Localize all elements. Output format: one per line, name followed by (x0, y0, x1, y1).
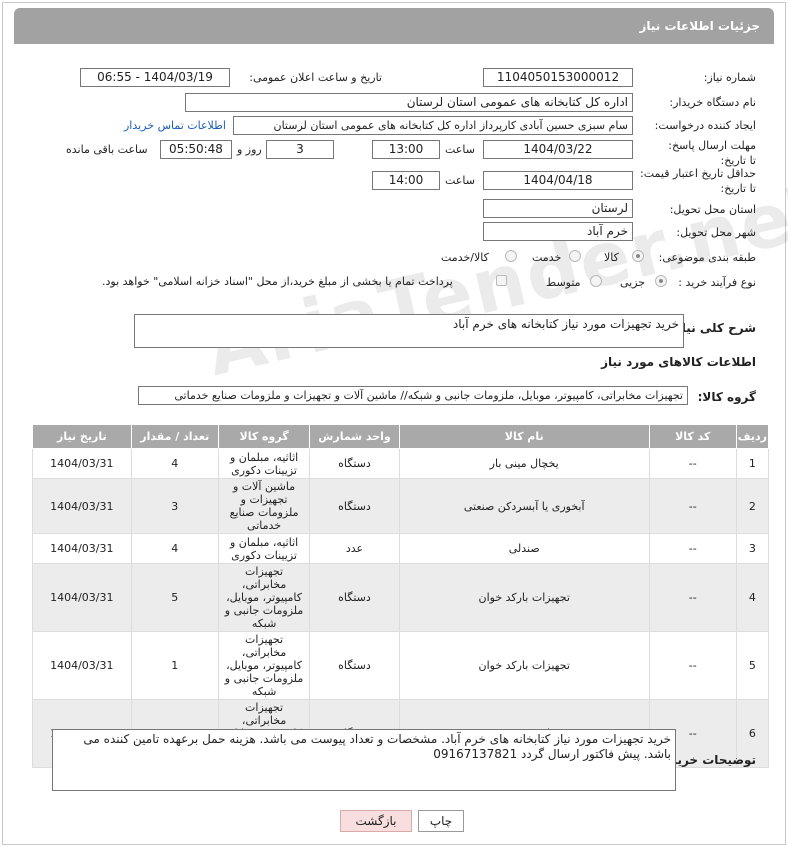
remaining-time-field: 05:50:48 (160, 140, 232, 159)
table-row: 3 -- صندلی عدد اثاثیه، مبلمان و تزیینات … (32, 533, 770, 564)
process-radio-minor[interactable] (655, 275, 667, 287)
table-row: 4 -- تجهیزات بارکد خوان دستگاه تجهیزات م… (32, 563, 770, 632)
cell-group: اثاثیه، مبلمان و تزیینات دکوری (217, 533, 311, 564)
deadline-time-label: ساعت (445, 143, 475, 156)
buyer-org-label: نام دستگاه خریدار: (669, 96, 756, 109)
need-number-label: شماره نیاز: (703, 71, 756, 84)
city-field: خرم آباد (483, 222, 633, 241)
deadline-date-field: 1404/03/22 (483, 140, 633, 159)
buyer-contact-link[interactable]: اطلاعات تماس خریدار (124, 119, 226, 132)
items-table: ردیف کد کالا نام کالا واحد شمارش گروه کا… (32, 424, 770, 768)
col-qty-header: تعداد / مقدار (130, 424, 219, 449)
validity-label: حداقل تاریخ اعتبار قیمت: تا تاریخ: (640, 167, 756, 195)
creator-label: ایجاد کننده درخواست: (654, 119, 756, 132)
process-option-minor: جزیی (620, 276, 646, 289)
category-option-goods: کالا (604, 251, 619, 264)
deadline-label: مهلت ارسال پاسخ: تا تاریخ: (668, 139, 756, 167)
col-group-header: گروه کالا (217, 424, 311, 449)
cell-name: تجهیزات بارکد خوان (398, 631, 650, 700)
process-option-medium: متوسط (546, 276, 581, 289)
cell-unit: دستگاه (309, 478, 400, 534)
col-name-header: نام کالا (398, 424, 650, 449)
need-number-field: 1104050153000012 (483, 68, 633, 87)
validity-date-field: 1404/04/18 (483, 171, 633, 190)
cell-row: 5 (735, 631, 770, 700)
cell-name: یخچال مینی بار (398, 448, 650, 479)
cell-qty: 3 (130, 478, 219, 534)
validity-time-field: 14:00 (372, 171, 440, 190)
buyer-org-field: اداره کل کتابخانه های عمومی استان لرستان (185, 93, 633, 112)
cell-unit: دستگاه (309, 563, 400, 632)
cell-group: اثاثیه، مبلمان و تزیینات دکوری (217, 448, 311, 479)
cell-group: ماشین آلات و تجهیزات و ملزومات صنایع خدم… (217, 478, 311, 534)
province-label: استان محل تحویل: (669, 203, 756, 216)
goods-group-field: تجهیزات مخابراتی، کامپیوتر، موبایل، ملزو… (138, 386, 688, 405)
cell-unit: عدد (309, 533, 400, 564)
category-label: طبقه بندی موضوعی: (658, 251, 756, 264)
category-radio-goods[interactable] (632, 250, 644, 262)
goods-section-title: اطلاعات کالاهای مورد نیاز (601, 355, 756, 369)
cell-code: -- (648, 631, 737, 700)
announce-field: 1404/03/19 - 06:55 (80, 68, 230, 87)
back-button[interactable]: بازگشت (340, 810, 412, 832)
cell-date: 1404/03/31 (32, 448, 132, 479)
cell-code: -- (648, 563, 737, 632)
cell-name: آبخوری یا آبسردکن صنعتی (398, 478, 650, 534)
category-radio-service[interactable] (569, 250, 581, 262)
buyer-notes-textarea[interactable]: خرید تجهیزات مورد نیاز کتابخانه های خرم … (52, 729, 676, 791)
cell-row: 4 (735, 563, 770, 632)
category-option-service: خدمت (532, 251, 562, 264)
goods-group-label: گروه کالا: (697, 390, 756, 404)
summary-textarea[interactable]: خرید تجهیزات مورد نیاز کتابخانه های خرم … (134, 314, 684, 348)
payment-note: پرداخت تمام یا بخشی از مبلغ خرید،از محل … (102, 275, 453, 288)
cell-date: 1404/03/31 (32, 533, 132, 564)
print-button[interactable]: چاپ (418, 810, 464, 832)
page-title: جزئیات اطلاعات نیاز (639, 19, 760, 33)
cell-qty: 4 (130, 448, 219, 479)
cell-name: تجهیزات بارکد خوان (398, 563, 650, 632)
cell-code: -- (648, 533, 737, 564)
col-unit-header: واحد شمارش (309, 424, 400, 449)
col-row-header: ردیف (735, 424, 770, 449)
cell-qty: 1 (130, 631, 219, 700)
process-radio-medium[interactable] (590, 275, 602, 287)
deadline-time-field: 13:00 (372, 140, 440, 159)
page-header: جزئیات اطلاعات نیاز (14, 8, 774, 44)
cell-unit: دستگاه (309, 631, 400, 700)
remaining-label: ساعت باقی مانده (66, 143, 148, 156)
treasury-checkbox[interactable] (496, 275, 507, 286)
cell-date: 1404/03/31 (32, 563, 132, 632)
category-option-both: کالا/خدمت (441, 251, 489, 264)
cell-group: تجهیزات مخابراتی، کامپیوتر، موبایل، ملزو… (217, 631, 311, 700)
cell-name: صندلی (398, 533, 650, 564)
table-row: 1 -- یخچال مینی بار دستگاه اثاثیه، مبلما… (32, 448, 770, 479)
city-label: شهر محل تحویل: (676, 226, 756, 239)
cell-unit: دستگاه (309, 448, 400, 479)
days-field: 3 (266, 140, 334, 159)
cell-code: -- (648, 448, 737, 479)
cell-qty: 5 (130, 563, 219, 632)
category-radio-both[interactable] (505, 250, 517, 262)
cell-code: -- (648, 478, 737, 534)
cell-row: 2 (735, 478, 770, 534)
table-row: 5 -- تجهیزات بارکد خوان دستگاه تجهیزات م… (32, 631, 770, 700)
process-label: نوع فرآیند خرید : (678, 276, 756, 289)
cell-date: 1404/03/31 (32, 631, 132, 700)
days-label: روز و (237, 143, 262, 156)
creator-field: سام سبزی حسین آبادی کارپرداز اداره کل کت… (233, 116, 633, 135)
cell-row: 1 (735, 448, 770, 479)
col-code-header: کد کالا (648, 424, 737, 449)
province-field: لرستان (483, 199, 633, 218)
announce-label: تاریخ و ساعت اعلان عمومی: (249, 71, 382, 84)
cell-date: 1404/03/31 (32, 478, 132, 534)
validity-time-label: ساعت (445, 174, 475, 187)
table-row: 2 -- آبخوری یا آبسردکن صنعتی دستگاه ماشی… (32, 478, 770, 534)
col-date-header: تاریخ نیاز (32, 424, 132, 449)
cell-row: 3 (735, 533, 770, 564)
table-header-row: ردیف کد کالا نام کالا واحد شمارش گروه کا… (32, 424, 770, 449)
cell-group: تجهیزات مخابراتی، کامپیوتر، موبایل، ملزو… (217, 563, 311, 632)
cell-qty: 4 (130, 533, 219, 564)
